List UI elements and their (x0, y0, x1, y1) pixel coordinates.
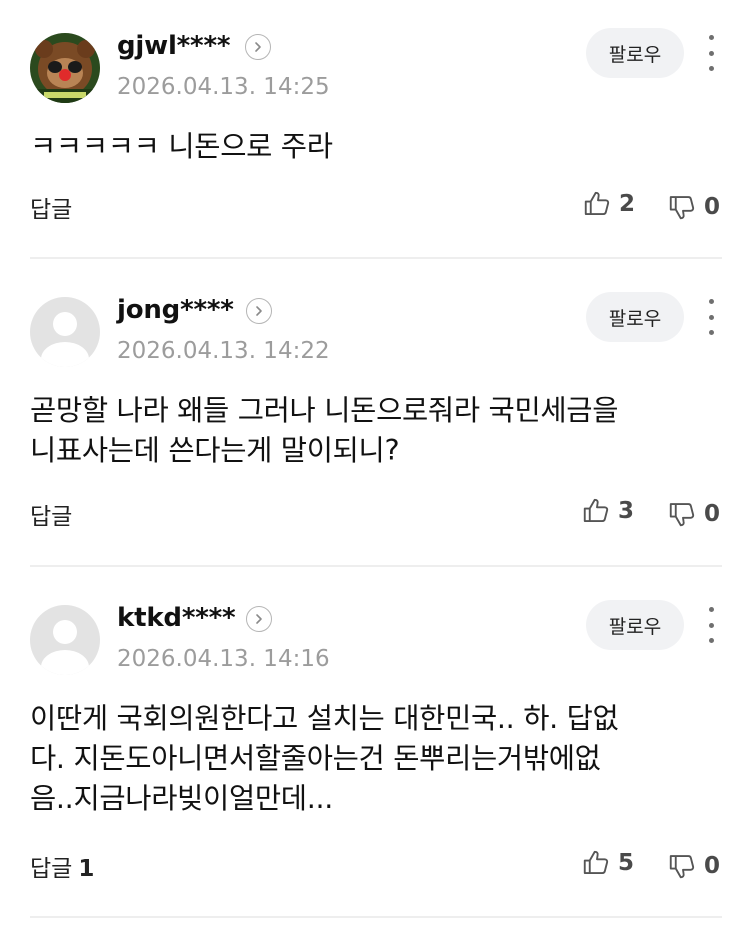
dislike-button[interactable]: 0 (667, 851, 720, 881)
reply-button[interactable]: 답글 (30, 497, 78, 531)
comment-text-line: 다. 지돈도아니면서할줄아는건 돈뿌리는거밖에없 (30, 742, 601, 775)
avatar[interactable] (30, 297, 100, 367)
comment-date: 2026.04.13. 14:25 (117, 74, 330, 100)
chevron-right-icon[interactable] (246, 606, 272, 632)
comment-text: 이딴게 국회의원한다고 설치는 대한민국.. 하. 답없 다. 지돈도아니면서할… (30, 699, 710, 819)
like-button[interactable]: 5 (581, 848, 634, 878)
divider (30, 916, 722, 918)
thumbs-up-icon (583, 498, 609, 522)
dislike-count: 0 (704, 194, 721, 220)
comment-text-line: 곧망할 나라 왜들 그러나 니돈으로줘라 국민세금을 (30, 394, 619, 427)
comment-text-line: 니표사는데 쓴다는게 말이되니? (30, 434, 400, 467)
like-button[interactable]: 3 (581, 496, 634, 526)
kebab-menu-icon[interactable] (700, 605, 722, 645)
dislike-count: 0 (704, 853, 721, 879)
divider (30, 565, 722, 567)
reply-label: 답글 (30, 856, 73, 882)
comment-text-line: ㅋㅋㅋㅋㅋ 니돈으로 주라 (30, 130, 333, 163)
dislike-button[interactable]: 0 (667, 499, 720, 529)
author-nickname[interactable]: gjwl**** (117, 31, 230, 61)
author-nickname[interactable]: jong**** (117, 295, 234, 325)
reply-button[interactable]: 답글 1 (30, 849, 94, 883)
reply-label: 답글 (30, 197, 73, 223)
like-count: 5 (618, 850, 635, 876)
comment-text-line: 음..지금나라빚이얼만데... (30, 782, 333, 815)
dislike-count: 0 (704, 501, 721, 527)
thumbs-down-icon (669, 855, 695, 879)
author-nickname[interactable]: ktkd**** (117, 603, 236, 633)
comment-text-line: 이딴게 국회의원한다고 설치는 대한민국.. 하. 답없 (30, 702, 619, 735)
like-count: 3 (618, 498, 635, 524)
dislike-button[interactable]: 0 (667, 192, 720, 222)
comment-date: 2026.04.13. 14:22 (117, 338, 330, 364)
reply-count: 1 (78, 856, 95, 882)
reply-label: 답글 (30, 504, 73, 530)
avatar[interactable] (30, 33, 100, 103)
follow-button[interactable]: 팔로우 (586, 292, 684, 342)
follow-button[interactable]: 팔로우 (586, 28, 684, 78)
chevron-right-icon[interactable] (246, 298, 272, 324)
avatar[interactable] (30, 605, 100, 675)
follow-button[interactable]: 팔로우 (586, 600, 684, 650)
kebab-menu-icon[interactable] (700, 297, 722, 337)
reply-button[interactable]: 답글 (30, 190, 78, 224)
like-button[interactable]: 2 (582, 189, 635, 219)
divider (30, 257, 722, 259)
kebab-menu-icon[interactable] (700, 33, 722, 73)
thumbs-up-icon (584, 191, 610, 215)
comment-text: ㅋㅋㅋㅋㅋ 니돈으로 주라 (30, 127, 710, 167)
thumbs-up-icon (583, 850, 609, 874)
like-count: 2 (619, 191, 636, 217)
comment-text: 곧망할 나라 왜들 그러나 니돈으로줘라 국민세금을 니표사는데 쓴다는게 말이… (30, 391, 710, 471)
thumbs-down-icon (669, 196, 695, 220)
thumbs-down-icon (669, 503, 695, 527)
chevron-right-icon[interactable] (245, 34, 271, 60)
comment-date: 2026.04.13. 14:16 (117, 646, 330, 672)
